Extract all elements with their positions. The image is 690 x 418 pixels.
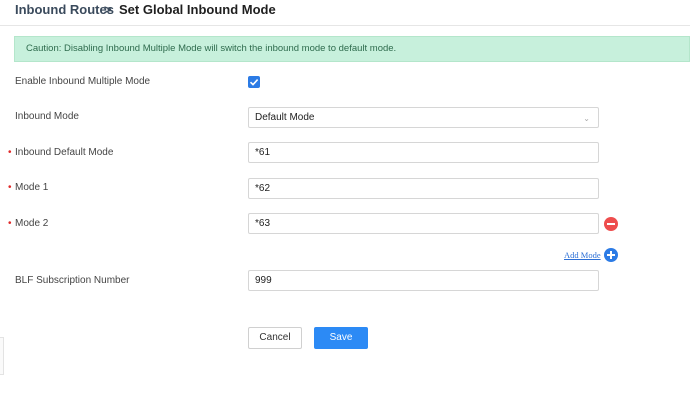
breadcrumb-parent-link[interactable]: Inbound Routes [15,2,114,17]
add-mode-icon[interactable] [604,248,618,262]
mode-1-label: Mode 1 [15,182,49,193]
required-mark: • [8,182,12,193]
side-panel-handle[interactable] [0,337,4,375]
enable-multiple-mode-label: Enable Inbound Multiple Mode [15,76,151,87]
inbound-default-mode-label: Inbound Default Mode [15,147,114,158]
breadcrumb-separator-icon: > [104,2,112,17]
enable-multiple-mode-checkbox[interactable] [248,76,260,88]
required-mark: • [8,147,12,158]
required-mark: • [8,218,12,229]
inbound-default-mode-input[interactable]: *61 [248,142,599,163]
page-title: Set Global Inbound Mode [119,2,276,17]
inbound-mode-label: Inbound Mode [15,111,79,122]
save-button[interactable]: Save [314,327,368,349]
chevron-down-icon: ⌄ [583,114,590,123]
mode-2-label: Mode 2 [15,218,49,229]
caution-banner: Caution: Disabling Inbound Multiple Mode… [14,36,690,62]
page-header: Inbound Routes > Set Global Inbound Mode [0,0,690,26]
cancel-button[interactable]: Cancel [248,327,302,349]
blf-subscription-number-input[interactable]: 999 [248,270,599,291]
check-icon [249,79,259,86]
remove-mode-icon[interactable] [604,217,618,231]
inbound-mode-select[interactable]: Default Mode ⌄ [248,107,599,128]
blf-subscription-number-label: BLF Subscription Number [15,275,130,286]
inbound-mode-value: Default Mode [255,112,315,123]
mode-1-input[interactable]: *62 [248,178,599,199]
add-mode-link[interactable]: Add Mode [564,250,601,260]
mode-2-input[interactable]: *63 [248,213,599,234]
